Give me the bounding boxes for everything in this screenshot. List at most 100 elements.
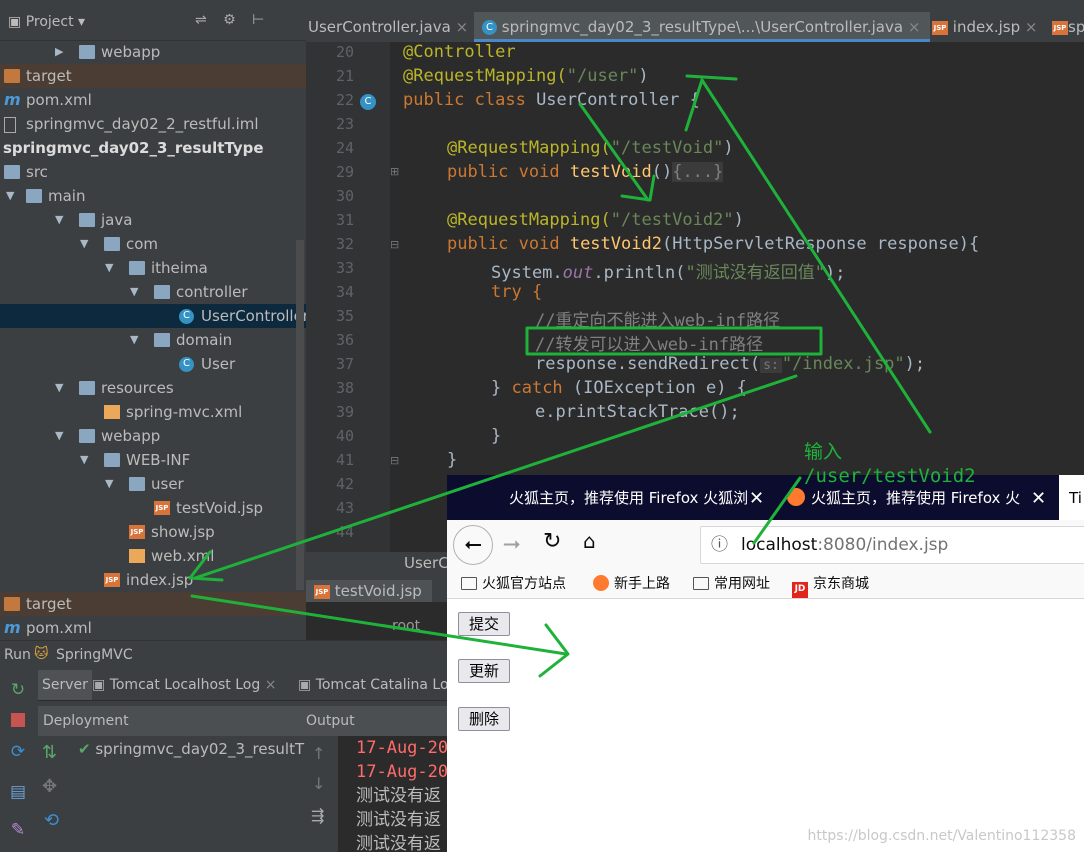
folded-code[interactable]: {...} bbox=[672, 162, 724, 182]
scroll-down-icon[interactable]: ↓ bbox=[312, 774, 325, 793]
tree-item[interactable]: ▼ WEB-INF bbox=[0, 448, 306, 472]
tree-item[interactable]: ▼ webapp bbox=[0, 424, 306, 448]
tab-server[interactable]: Server bbox=[38, 670, 92, 700]
code-token: (HttpServletResponse response){ bbox=[661, 234, 980, 254]
chevron-down-icon[interactable]: ▼ bbox=[105, 256, 119, 280]
code-token: out bbox=[562, 263, 594, 283]
console-output[interactable]: 17-Aug-20 17-Aug-20 测试没有返 测试没有返 测试没有返 bbox=[338, 736, 450, 852]
chevron-down-icon[interactable]: ▼ bbox=[80, 448, 94, 472]
tree-item[interactable]: C User bbox=[0, 352, 306, 376]
tree-item[interactable]: ▼ java bbox=[0, 208, 306, 232]
tree-item[interactable]: C UserController bbox=[0, 304, 306, 328]
fold-marker-icon[interactable]: ⊟ bbox=[390, 238, 399, 251]
tree-item[interactable]: ▼ controller bbox=[0, 280, 306, 304]
tree-item[interactable]: m pom.xml bbox=[0, 616, 306, 640]
chevron-down-icon[interactable]: ▼ bbox=[80, 232, 94, 256]
chevron-down-icon[interactable]: ▼ bbox=[55, 208, 69, 232]
pin-icon[interactable]: ✎ bbox=[8, 820, 28, 840]
close-icon[interactable]: ✕ bbox=[749, 488, 764, 509]
forward-button[interactable]: ⭢ bbox=[503, 531, 521, 556]
code-line-33: System.out.println("测试没有返回值"); bbox=[491, 258, 845, 283]
tree-item[interactable]: ▼ domain bbox=[0, 328, 306, 352]
tree-item[interactable]: springmvc_day02_3_resultType bbox=[0, 136, 306, 160]
tab-tomcat-catalina-log[interactable]: ▣ Tomcat Catalina Lo bbox=[298, 670, 458, 700]
firefox-icon bbox=[593, 575, 609, 591]
browser-tab-1[interactable]: 火狐主页，推荐使用 Firefox 火狐浏 bbox=[509, 475, 749, 520]
scroll-up-icon[interactable]: ↑ bbox=[312, 744, 325, 763]
tab-index-jsp[interactable]: JSP index.jsp × bbox=[928, 12, 1044, 42]
project-title[interactable]: ▣ Project ▾ bbox=[8, 14, 85, 30]
reload-button[interactable]: ↻ bbox=[543, 529, 561, 554]
chevron-down-icon[interactable]: ▼ bbox=[130, 328, 144, 352]
tree-item[interactable]: ▼ itheima bbox=[0, 256, 306, 280]
code-line-22: public class UserController { bbox=[403, 90, 700, 110]
browser-tab-3[interactable]: Ti bbox=[1069, 475, 1084, 520]
close-icon[interactable]: × bbox=[908, 18, 921, 36]
bookmark-getting-started[interactable]: 新手上路 bbox=[593, 570, 670, 598]
chevron-down-icon[interactable]: ▼ bbox=[55, 376, 69, 400]
close-icon[interactable]: × bbox=[1025, 18, 1038, 36]
chevron-right-icon[interactable]: ▶ bbox=[55, 40, 69, 64]
tree-item[interactable]: spring-mvc.xml bbox=[0, 400, 306, 424]
tree-item[interactable]: ▶ webapp bbox=[0, 40, 306, 64]
redeploy-icon[interactable]: ⟳ bbox=[8, 742, 28, 762]
home-button[interactable]: ⌂ bbox=[583, 529, 596, 553]
delete-button[interactable]: 删除 bbox=[458, 707, 511, 731]
project-scrollbar[interactable] bbox=[296, 240, 304, 590]
submit-button[interactable]: 提交 bbox=[458, 612, 511, 636]
project-toolbar-icons[interactable]: ⇌ ⚙ ⊢ bbox=[195, 12, 270, 28]
tab-usercontroller-full[interactable]: C springmvc_day02_3_resultType\...\UserC… bbox=[474, 12, 930, 42]
url-bar[interactable]: ⓘ localhost:8080/index.jsp bbox=[700, 526, 1084, 564]
info-icon[interactable]: ⓘ bbox=[711, 527, 728, 563]
soft-wrap-icon[interactable]: ⇶ bbox=[311, 806, 324, 825]
tab-testvoid-jsp[interactable]: JSP testVoid.jsp bbox=[306, 580, 432, 602]
code-line-21: @RequestMapping("/user") bbox=[403, 66, 649, 86]
tree-item[interactable]: ▼ com bbox=[0, 232, 306, 256]
chevron-down-icon[interactable]: ▼ bbox=[6, 184, 20, 208]
tab-usercontroller[interactable]: UserController.java × bbox=[306, 12, 473, 42]
layout-icon[interactable]: ▤ bbox=[8, 782, 28, 802]
chevron-down-icon[interactable]: ▼ bbox=[130, 280, 144, 304]
close-icon[interactable]: × bbox=[265, 677, 277, 693]
deployed-artifact[interactable]: ✔ springmvc_day02_3_resultT bbox=[78, 740, 304, 758]
undeploy-icon[interactable]: ✥ bbox=[42, 776, 57, 797]
annotation-note: 输入 /user/testVoid2 bbox=[804, 440, 976, 488]
tree-item[interactable]: web.xml bbox=[0, 544, 306, 568]
close-icon[interactable]: × bbox=[456, 18, 469, 36]
tree-item[interactable]: ▼ user bbox=[0, 472, 306, 496]
fold-expand-icon[interactable]: ⊞ bbox=[390, 165, 399, 178]
tab-overflow[interactable]: JSP sp bbox=[1048, 12, 1084, 42]
code-line-39: e.printStackTrace(); bbox=[535, 402, 740, 422]
tree-item-label: pom.xml bbox=[26, 91, 92, 109]
update-button[interactable]: 更新 bbox=[458, 659, 511, 683]
back-button[interactable]: ⭠ bbox=[453, 525, 493, 565]
folder-icon bbox=[461, 577, 477, 590]
tree-item[interactable]: ▼ main bbox=[0, 184, 306, 208]
tab-tomcat-localhost-log[interactable]: ▣ Tomcat Localhost Log × bbox=[92, 670, 292, 700]
tree-item[interactable]: target bbox=[0, 592, 306, 616]
tree-item[interactable]: target bbox=[0, 64, 306, 88]
xml-icon bbox=[129, 549, 145, 563]
chevron-down-icon[interactable]: ▼ bbox=[105, 472, 119, 496]
tree-item[interactable]: src bbox=[0, 160, 306, 184]
tab-user-controller-short[interactable]: UserC bbox=[404, 554, 449, 572]
chevron-down-icon[interactable]: ▼ bbox=[55, 424, 69, 448]
spring-bean-icon[interactable]: C bbox=[360, 94, 376, 110]
stop-icon[interactable] bbox=[11, 713, 25, 727]
tree-item-label: target bbox=[26, 595, 72, 613]
fold-marker-icon[interactable]: ⊟ bbox=[390, 454, 399, 467]
tree-item[interactable]: ▼ resources bbox=[0, 376, 306, 400]
bookmark-firefox-official[interactable]: 火狐官方站点 bbox=[461, 570, 566, 598]
tree-item[interactable]: JSP testVoid.jsp bbox=[0, 496, 306, 520]
tree-item[interactable]: JSP index.jsp bbox=[0, 568, 306, 592]
tree-item[interactable]: JSP show.jsp bbox=[0, 520, 306, 544]
close-icon[interactable]: ✕ bbox=[1031, 488, 1046, 509]
tree-item[interactable]: springmvc_day02_2_restful.iml bbox=[0, 112, 306, 136]
rerun-icon[interactable]: ↻ bbox=[8, 680, 28, 700]
update-icon[interactable]: ⟲ bbox=[44, 810, 59, 831]
run-config-name[interactable]: SpringMVC bbox=[56, 647, 133, 663]
tree-item[interactable]: m pom.xml bbox=[0, 88, 306, 112]
bookmark-jd[interactable]: JD 京东商城 bbox=[792, 570, 869, 598]
bookmark-common-sites[interactable]: 常用网址 bbox=[693, 570, 770, 598]
deploy-up-icon[interactable]: ⇅ bbox=[42, 742, 57, 763]
